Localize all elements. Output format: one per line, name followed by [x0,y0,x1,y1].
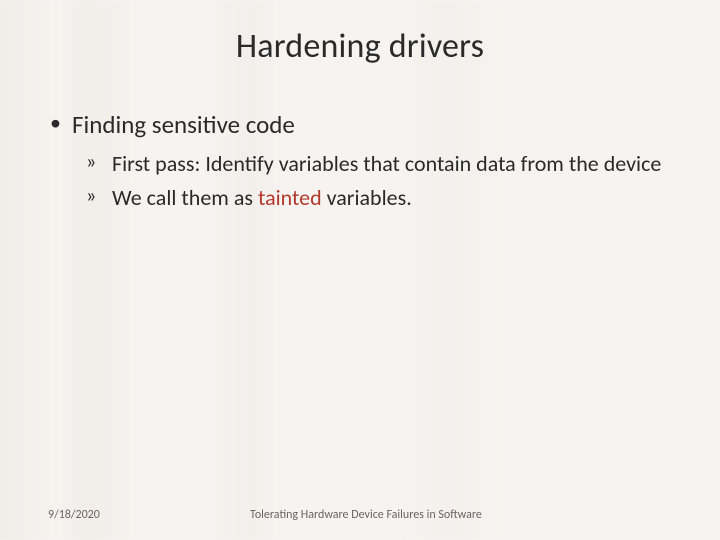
slide-title: Hardening drivers [0,26,720,67]
bullet-l1-text: Finding sensitive code [72,109,295,140]
footer-caption: Tolerating Hardware Device Failures in S… [60,508,672,522]
bullet-l1-item: Finding sensitive code First pass: Ident… [48,109,672,212]
bullet-list-level1: Finding sensitive code First pass: Ident… [48,109,672,212]
bullet-l2-text: First pass: Identify variables that cont… [112,150,661,177]
slide: Hardening drivers Finding sensitive code… [0,0,720,540]
bullet-l2-text-suffix: variables. [322,184,412,211]
slide-content: Finding sensitive code First pass: Ident… [0,109,720,212]
bullet-l2-text-prefix: We call them as [112,184,258,211]
slide-footer: 9/18/2020 Tolerating Hardware Device Fai… [0,508,720,522]
bullet-l2-item: First pass: Identify variables that cont… [86,150,672,178]
bullet-l2-item: We call them as tainted variables. [86,184,672,212]
tainted-word: tainted [258,184,322,211]
bullet-list-level2: First pass: Identify variables that cont… [72,150,672,212]
